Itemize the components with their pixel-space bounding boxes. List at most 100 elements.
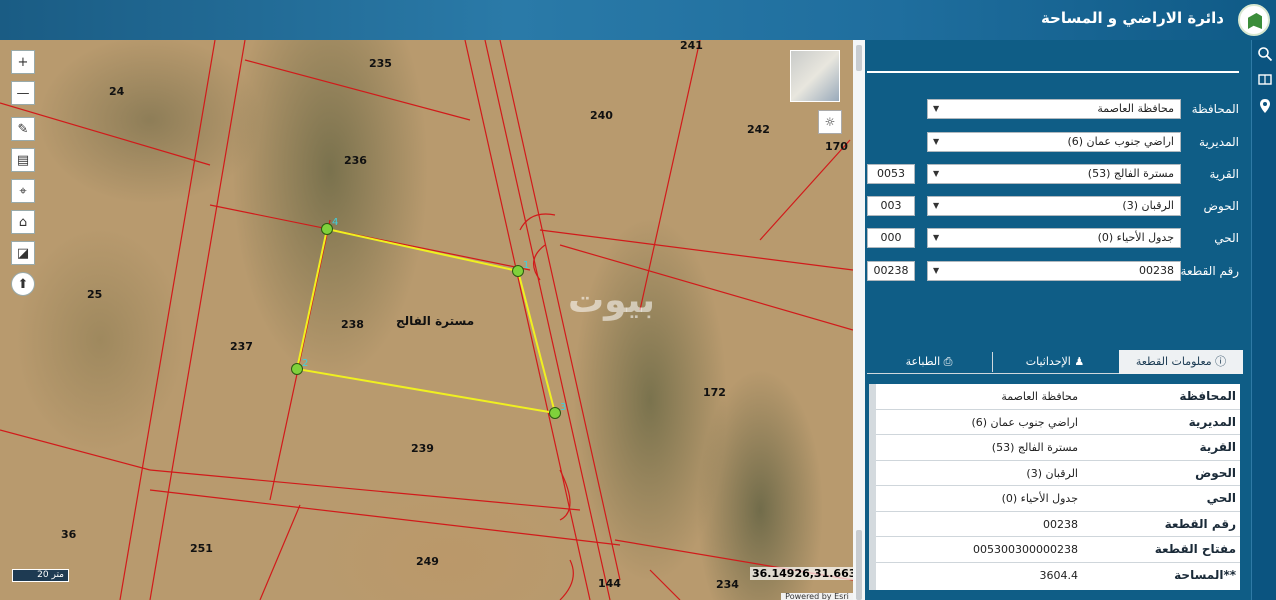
coordinates-readout: 36.14926,31.66360	[750, 567, 853, 580]
basin-code-input[interactable]: 003	[867, 196, 915, 216]
tab-separator	[992, 352, 993, 372]
measure-icon[interactable]: ▤	[11, 148, 35, 172]
village-code-input[interactable]: 0053	[867, 164, 915, 184]
vertex-marker	[321, 223, 333, 235]
locate-icon[interactable]: ☼	[818, 110, 842, 134]
parcel-info-table: المحافظة محافظة العاصمة المديرية اراضي ج…	[869, 384, 1240, 590]
info-value: 3604.4	[1039, 568, 1079, 582]
boundary-line	[533, 244, 546, 281]
parcel-layer[interactable]: 4 1 3 2 241 235 24 240 242 170 236 25 23…	[0, 40, 853, 600]
plot-number: 242	[747, 123, 770, 136]
neighborhood-select[interactable]: جدول الأحياء (0) ▼	[927, 228, 1181, 248]
boundary-line	[119, 40, 216, 600]
watermark-logo: بيوت	[568, 280, 655, 321]
info-key: الحوض	[1195, 465, 1236, 480]
field-label: الحي	[1214, 231, 1239, 245]
search-icon[interactable]	[1257, 46, 1273, 62]
panel-scrollbar[interactable]	[853, 40, 865, 600]
info-key: **المساحة	[1174, 567, 1236, 582]
table-row: الحوض الرقبان (3)	[876, 461, 1240, 486]
vertex-label: 4	[332, 217, 338, 228]
plot-number: 234	[716, 578, 739, 591]
scale-bar: 20 متر	[12, 569, 69, 582]
neighborhood-code-input[interactable]: 000	[867, 228, 915, 248]
plot-number: 238	[341, 318, 364, 331]
table-row: الحي جدول الأحياء (0)	[876, 486, 1240, 512]
esri-attribution[interactable]: Powered by Esri	[781, 593, 853, 600]
table-scrollbar[interactable]	[869, 384, 876, 590]
field-label: المديرية	[1199, 135, 1239, 149]
plot-number: 240	[590, 109, 613, 122]
parcel-select[interactable]: 00238 ▼	[927, 261, 1181, 281]
crosshair-icon[interactable]: ⌖	[11, 179, 35, 203]
location-pin-icon[interactable]	[1257, 98, 1273, 114]
village-select[interactable]: مسترة الفالج (53) ▼	[927, 164, 1181, 184]
vertex-label: 3	[560, 402, 566, 413]
chevron-down-icon: ▼	[933, 266, 940, 275]
basin-select[interactable]: الرقبان (3) ▼	[927, 196, 1181, 216]
boundary-line	[559, 469, 571, 521]
info-value: 00238	[1043, 517, 1078, 531]
map-toolbar: + — ✎ ▤ ⌖ ⌂ ◪ ⬆	[11, 50, 35, 303]
plot-number: 237	[230, 340, 253, 353]
zoom-in-button[interactable]: +	[11, 50, 35, 74]
boundary-line	[649, 569, 681, 600]
info-tabs: ⓘ معلومات القطعة ♟ الإحداثيات ⎙ الطباعة	[867, 350, 1243, 374]
form-row-neighborhood: 000 جدول الأحياء (0) ▼ الحي	[865, 228, 1251, 250]
boundary-line	[269, 219, 331, 501]
plot-number: 170	[825, 140, 848, 153]
chart-area-icon[interactable]: ◪	[11, 241, 35, 265]
boundary-line	[519, 213, 556, 231]
info-value: مسترة الفالج (53)	[991, 441, 1078, 454]
table-row: **المساحة 3604.4	[876, 563, 1240, 589]
vertex-marker	[512, 265, 524, 277]
table-row: القرية مسترة الفالج (53)	[876, 435, 1240, 461]
app-title: دائرة الاراضي و المساحة	[1040, 9, 1224, 27]
plot-number: 235	[369, 57, 392, 70]
table-row: رقم القطعة 00238	[876, 512, 1240, 537]
tab-print[interactable]: ⎙ الطباعة	[867, 350, 991, 374]
boundary-line	[0, 429, 151, 471]
boundary-line	[149, 469, 581, 511]
table-row: مفتاح القطعة 005300300000238	[876, 537, 1240, 563]
side-icon-strip	[1251, 40, 1276, 600]
boundary-line	[244, 59, 471, 121]
boundary-line	[149, 40, 246, 600]
form-row-directorate: اراضي جنوب عمان (6) ▼ المديرية	[865, 132, 1251, 154]
info-key: القرية	[1199, 440, 1236, 454]
layers-icon[interactable]	[1257, 72, 1273, 88]
directorate-select[interactable]: اراضي جنوب عمان (6) ▼	[927, 132, 1181, 152]
form-row-parcel: 00238 00238 ▼ رقم القطعة	[865, 261, 1251, 283]
overview-minimap[interactable]	[790, 50, 840, 102]
info-value: الرقبان (3)	[1026, 466, 1078, 480]
scrollbar-thumb-top[interactable]	[856, 45, 862, 71]
chevron-down-icon: ▼	[933, 169, 940, 178]
info-key: مفتاح القطعة	[1154, 542, 1236, 556]
app-header: دائرة الاراضي و المساحة	[0, 0, 1276, 40]
parcel-code-input[interactable]: 00238	[867, 261, 915, 281]
plot-number: 236	[344, 154, 367, 167]
chevron-down-icon: ▼	[933, 201, 940, 210]
home-icon[interactable]: ⌂	[11, 210, 35, 234]
dls-logo-icon[interactable]	[1238, 4, 1270, 36]
table-row: المديرية اراضي جنوب عمان (6)	[876, 410, 1240, 435]
plot-number: 251	[190, 542, 213, 555]
map-view[interactable]: 4 1 3 2 241 235 24 240 242 170 236 25 23…	[0, 40, 853, 600]
draw-pencil-icon[interactable]: ✎	[11, 117, 35, 141]
boundary-line	[539, 229, 853, 271]
plot-number: 172	[703, 386, 726, 399]
tab-coordinates[interactable]: ♟ الإحداثيات	[995, 350, 1115, 374]
zoom-out-button[interactable]: —	[11, 81, 35, 105]
tab-parcel-info[interactable]: ⓘ معلومات القطعة	[1119, 350, 1243, 374]
governorate-select[interactable]: محافظة العاصمة ▼	[927, 99, 1181, 119]
table-row: المحافظة محافظة العاصمة	[876, 384, 1240, 410]
plot-number: 144	[598, 577, 621, 590]
boundary-line	[149, 489, 621, 546]
form-row-basin: 003 الرقبان (3) ▼ الحوض	[865, 196, 1251, 218]
info-key: رقم القطعة	[1164, 516, 1236, 531]
scrollbar-thumb-bottom[interactable]	[856, 530, 862, 600]
info-value: 005300300000238	[973, 543, 1078, 556]
compass-north-icon[interactable]: ⬆	[11, 272, 35, 296]
info-key: المحافظة	[1179, 389, 1236, 403]
boundary-line	[259, 504, 301, 600]
